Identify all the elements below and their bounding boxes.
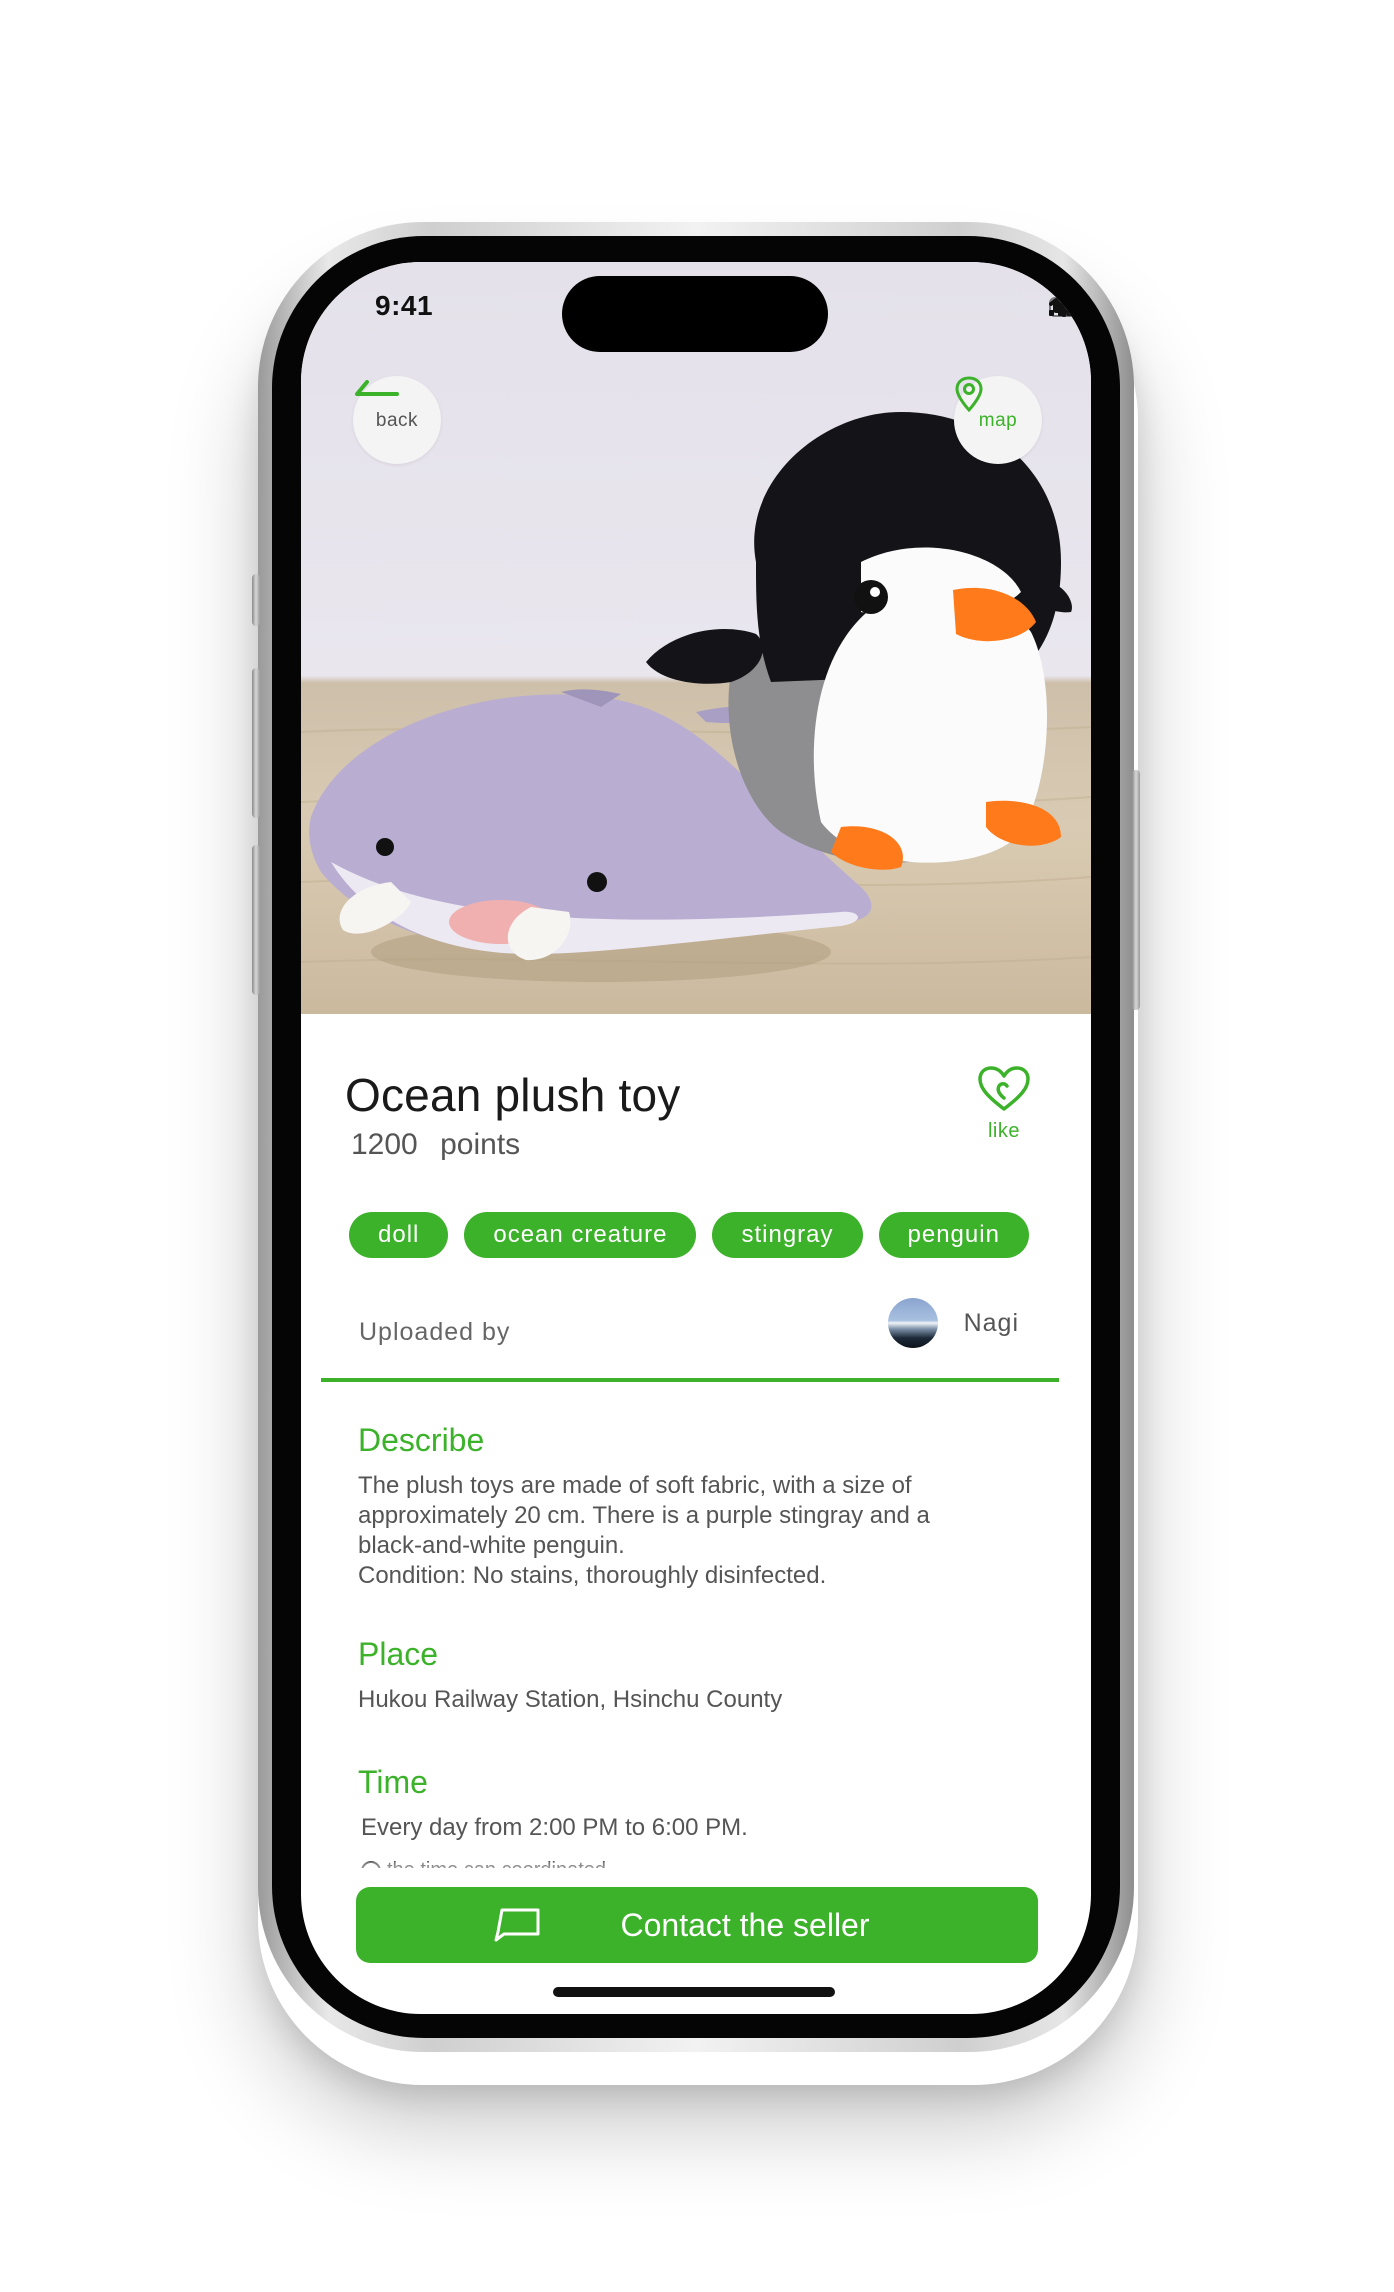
describe-heading: Describe: [358, 1422, 485, 1458]
plush-toys-illustration: [301, 412, 1091, 982]
home-indicator[interactable]: [553, 1987, 835, 1997]
describe-line: approximately 20 cm. There is a purple s…: [358, 1502, 930, 1529]
heart-icon: [978, 1066, 1030, 1111]
section-divider: [321, 1378, 1059, 1382]
status-time: 9:41: [375, 290, 434, 321]
scroll-fade: [301, 1862, 1091, 1886]
product-photo: 9:41 back map: [301, 262, 1091, 1014]
back-arrow-icon: [355, 380, 399, 396]
tag-ocean-creature[interactable]: ocean creature: [464, 1212, 697, 1258]
uploader-name: Nagi: [963, 1308, 1019, 1337]
tag-list: doll ocean creature stingray penguin: [349, 1212, 1029, 1258]
time-text: Every day from 2:00 PM to 6:00 PM.: [361, 1814, 748, 1841]
place-text: Hukou Railway Station, Hsinchu County: [358, 1686, 783, 1713]
tag-penguin[interactable]: penguin: [878, 1212, 1029, 1258]
describe-line: Condition: No stains, thoroughly disinfe…: [358, 1562, 827, 1589]
back-label: back: [375, 410, 419, 431]
points-unit: points: [440, 1128, 521, 1161]
uploaded-by-label: Uploaded by: [359, 1318, 511, 1346]
product-points: 1200 points: [351, 1128, 520, 1162]
map-pin-icon: [955, 376, 983, 412]
volume-up-button: [252, 668, 260, 818]
describe-text: The plush toys are made of soft fabric, …: [358, 1471, 998, 1591]
uploader-profile[interactable]: Nagi: [887, 1298, 1019, 1348]
map-button[interactable]: map: [954, 376, 1042, 464]
product-title: Ocean plush toy: [345, 1069, 681, 1121]
tag-doll[interactable]: doll: [349, 1212, 449, 1258]
back-button[interactable]: back: [353, 376, 441, 464]
avatar: [887, 1298, 938, 1348]
battery-icon: [1049, 297, 1091, 317]
volume-down-button: [252, 845, 260, 995]
like-button[interactable]: like: [969, 1066, 1039, 1143]
action-button: [252, 574, 260, 626]
describe-line: The plush toys are made of soft fabric, …: [358, 1472, 912, 1499]
power-button: [1132, 770, 1140, 1010]
map-label: map: [978, 410, 1018, 431]
points-value: 1200: [351, 1128, 418, 1161]
phone-screen: 9:41 back map Ocean plush toy 1200 point…: [301, 262, 1091, 2014]
contact-seller-label: Contact the seller: [620, 1906, 870, 1943]
like-label: like: [987, 1120, 1020, 1142]
dynamic-island: [562, 276, 828, 352]
contact-seller-button[interactable]: Contact the seller: [356, 1887, 1038, 1963]
describe-line: black-and-white penguin.: [358, 1532, 625, 1559]
time-heading: Time: [358, 1764, 428, 1800]
tag-stingray[interactable]: stingray: [712, 1212, 863, 1258]
place-heading: Place: [358, 1636, 439, 1672]
